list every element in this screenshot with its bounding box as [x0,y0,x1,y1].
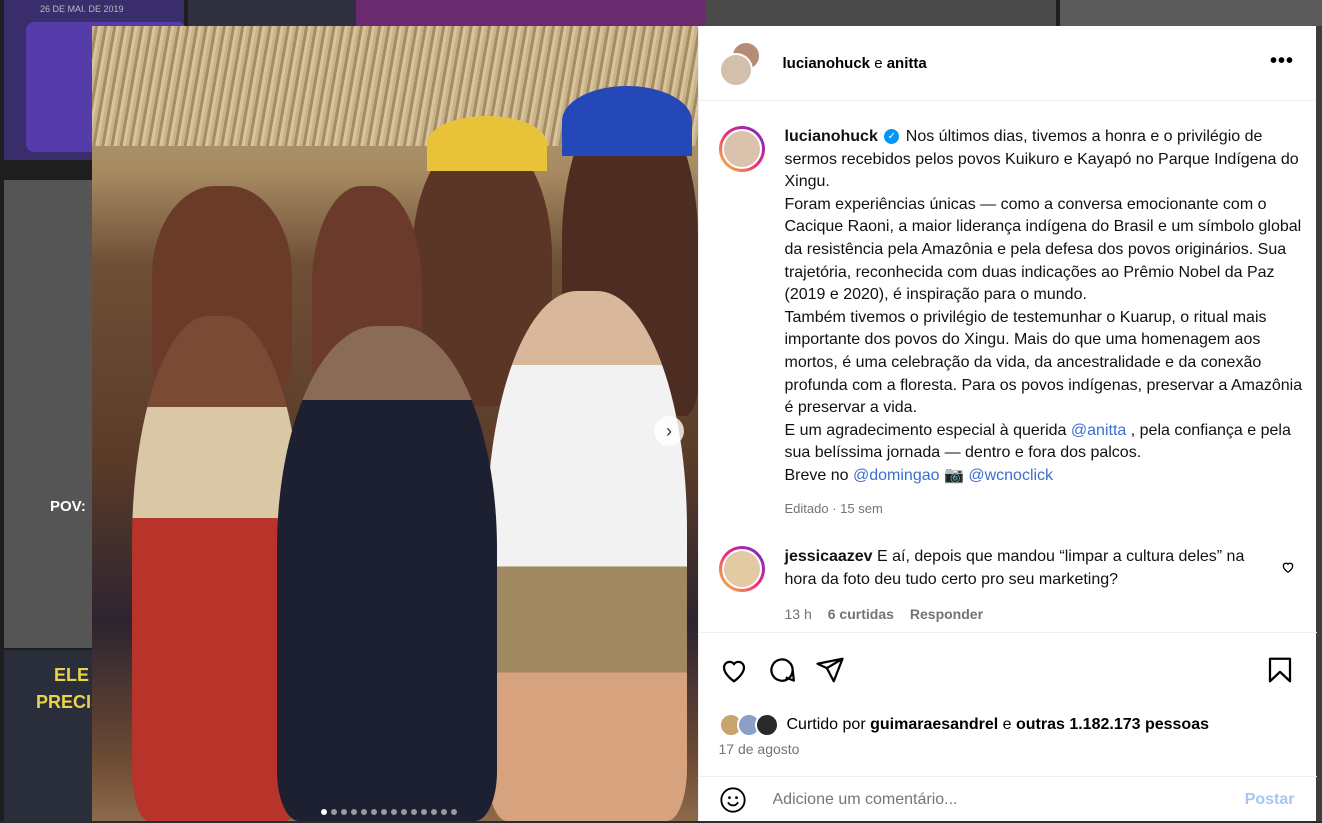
comment-item: jessicaazev E aí, depois que mandou “lim… [718,546,1309,626]
caption-username[interactable]: lucianohuck [785,128,878,145]
carousel-dot[interactable] [331,809,337,815]
caption-text: Breve no [784,466,849,484]
carousel-dot[interactable] [381,809,387,815]
likes-connector: e [1002,716,1012,733]
carousel-dot[interactable] [411,809,417,815]
add-comment-bar: Postar [698,776,1317,823]
caption-text: E um agradecimento especial à querida [784,421,1067,439]
carousel-dot[interactable] [391,809,397,815]
carousel-dot[interactable] [321,809,327,815]
post-caption: lucianohuck ✓ Nos últimos dias, tivemos … [718,126,1309,520]
comment-input[interactable] [770,790,1215,810]
likes-summary: Curtido por guimaraesandrel e outras 1.1… [718,713,1209,737]
heart-icon[interactable] [719,655,749,685]
avatar[interactable] [718,53,753,87]
carousel-dot[interactable] [431,809,437,815]
carousel-dot[interactable] [441,809,447,815]
liker-username[interactable]: guimaraesandrel [870,716,998,733]
verified-badge-icon: ✓ [884,129,900,145]
author-connector: e [874,54,883,72]
mention-link[interactable]: @wcnoclick [968,467,1053,484]
carousel-dot[interactable] [351,809,357,815]
feed-tile [356,0,706,26]
post-actions: Curtido por guimaraesandrel e outras 1.1… [698,632,1317,823]
carousel-dot[interactable] [361,809,367,815]
next-slide-button[interactable]: › [654,416,684,446]
person [487,291,687,821]
reply-button[interactable]: Responder [910,603,983,626]
post-date: 17 de agosto [718,741,800,757]
bookmark-icon[interactable] [1265,655,1295,685]
mention-link[interactable]: @anitta [1071,422,1126,439]
post-authors: lucianohuck e anitta [783,55,927,72]
comment-time: 13 h [784,606,812,623]
author-link[interactable]: anitta [887,55,927,72]
post-comment-button[interactable]: Postar [1245,791,1295,809]
likes-prefix: Curtido por [786,716,866,733]
feed-tile [706,0,1056,26]
feather-headdress [562,86,692,156]
avatar [754,713,779,737]
likes-others-link[interactable]: outras 1.182.173 pessoas [1016,716,1209,733]
bg-date: 26 DE MAI. DE 2019 [40,4,124,14]
post-modal: › lucianohuck e anitta ••• lucianohuck ✓… [92,26,1317,823]
feather-headdress [427,116,547,171]
share-icon[interactable] [815,655,845,685]
carousel-dots [321,809,457,815]
avatar[interactable] [718,546,765,592]
carousel-dot[interactable] [341,809,347,815]
author-link[interactable]: lucianohuck [783,55,871,72]
heart-icon[interactable] [1281,560,1295,574]
collab-avatars[interactable] [718,41,763,87]
caption-paragraph: Também tivemos o privilégio de testemunh… [784,308,1303,417]
bg-overlay-text: POV: [50,498,86,515]
avatar[interactable] [718,126,765,172]
camera-icon: 📷 [943,466,964,484]
caption-paragraph: Foram experiências únicas — como a conve… [784,195,1302,304]
caption-meta: Editado · 15 sem [784,500,883,516]
post-header: lucianohuck e anitta ••• [698,26,1316,101]
more-options-button[interactable]: ••• [1270,50,1294,73]
comment-likes-link[interactable]: 6 curtidas [828,603,894,626]
post-photo[interactable]: › [92,26,698,821]
comment-icon[interactable] [767,655,797,685]
mention-link[interactable]: @domingao [853,467,940,484]
feed-tile [1316,26,1322,821]
carousel-dot[interactable] [401,809,407,815]
carousel-dot[interactable] [451,809,457,815]
carousel-dot[interactable] [421,809,427,815]
carousel-dot[interactable] [371,809,377,815]
feed-tile [1060,0,1322,26]
person [277,326,497,821]
comment-username[interactable]: jessicaazev [785,548,873,565]
post-side-panel: lucianohuck e anitta ••• lucianohuck ✓ N… [697,26,1317,823]
emoji-icon[interactable] [719,786,747,814]
feed-tile [188,0,356,26]
